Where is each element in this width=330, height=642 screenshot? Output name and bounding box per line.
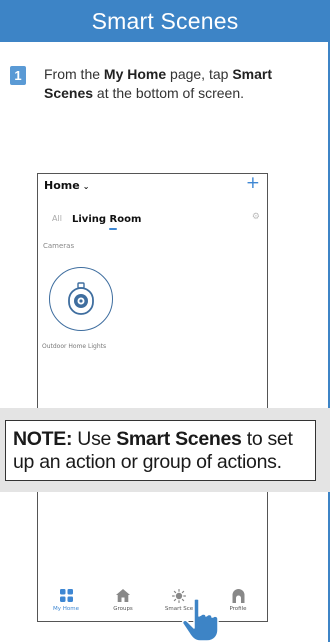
step-instruction: From the My Home page, tap Smart Scenes … xyxy=(44,65,314,103)
home-selector-label: Home xyxy=(44,179,80,192)
device-name: Outdoor Home Lights xyxy=(42,343,107,350)
instruction-text: From the xyxy=(44,66,104,82)
tab-all[interactable]: All xyxy=(52,214,62,223)
camera-icon xyxy=(68,282,94,315)
note-text: Use xyxy=(72,428,117,450)
note-label: NOTE: xyxy=(13,428,73,450)
nav-my-home[interactable]: My Home xyxy=(40,587,92,612)
settings-icon[interactable]: ⚙ xyxy=(252,212,260,222)
note-bold-smart-scenes: Smart Scenes xyxy=(116,428,242,450)
pointing-hand-icon xyxy=(181,598,219,642)
bottom-navigation: My Home Groups Smart Sce Profile xyxy=(38,585,267,621)
section-label-cameras: Cameras xyxy=(43,242,75,250)
step-number-badge: 1 xyxy=(10,66,26,85)
note-box: NOTE: Use Smart Scenes to set up an acti… xyxy=(5,420,316,481)
camera-device-tile[interactable] xyxy=(49,267,113,331)
page-title: Smart Scenes xyxy=(91,7,239,34)
instruction-bold-my-home: My Home xyxy=(103,66,167,82)
nav-label: Groups xyxy=(113,606,133,612)
home-selector[interactable]: Home ⌄ xyxy=(44,179,89,192)
nav-groups[interactable]: Groups xyxy=(97,587,149,612)
phone-screenshot: Home ⌄ + All Living Room ⚙ Cameras Outdoo… xyxy=(37,173,268,622)
add-icon[interactable]: + xyxy=(246,175,260,192)
tab-living-room[interactable]: Living Room xyxy=(72,214,141,225)
profile-icon xyxy=(232,588,244,603)
instruction-text: at the bottom of screen. xyxy=(93,85,245,101)
active-tab-indicator xyxy=(109,228,117,230)
house-icon xyxy=(116,589,130,602)
instruction-text: page, tap xyxy=(166,66,233,82)
nav-label: My Home xyxy=(53,606,79,612)
note-callout: NOTE: Use Smart Scenes to set up an acti… xyxy=(0,408,330,492)
chevron-down-icon: ⌄ xyxy=(82,182,90,191)
page-header: Smart Scenes xyxy=(0,0,330,42)
grid-icon xyxy=(59,589,73,602)
